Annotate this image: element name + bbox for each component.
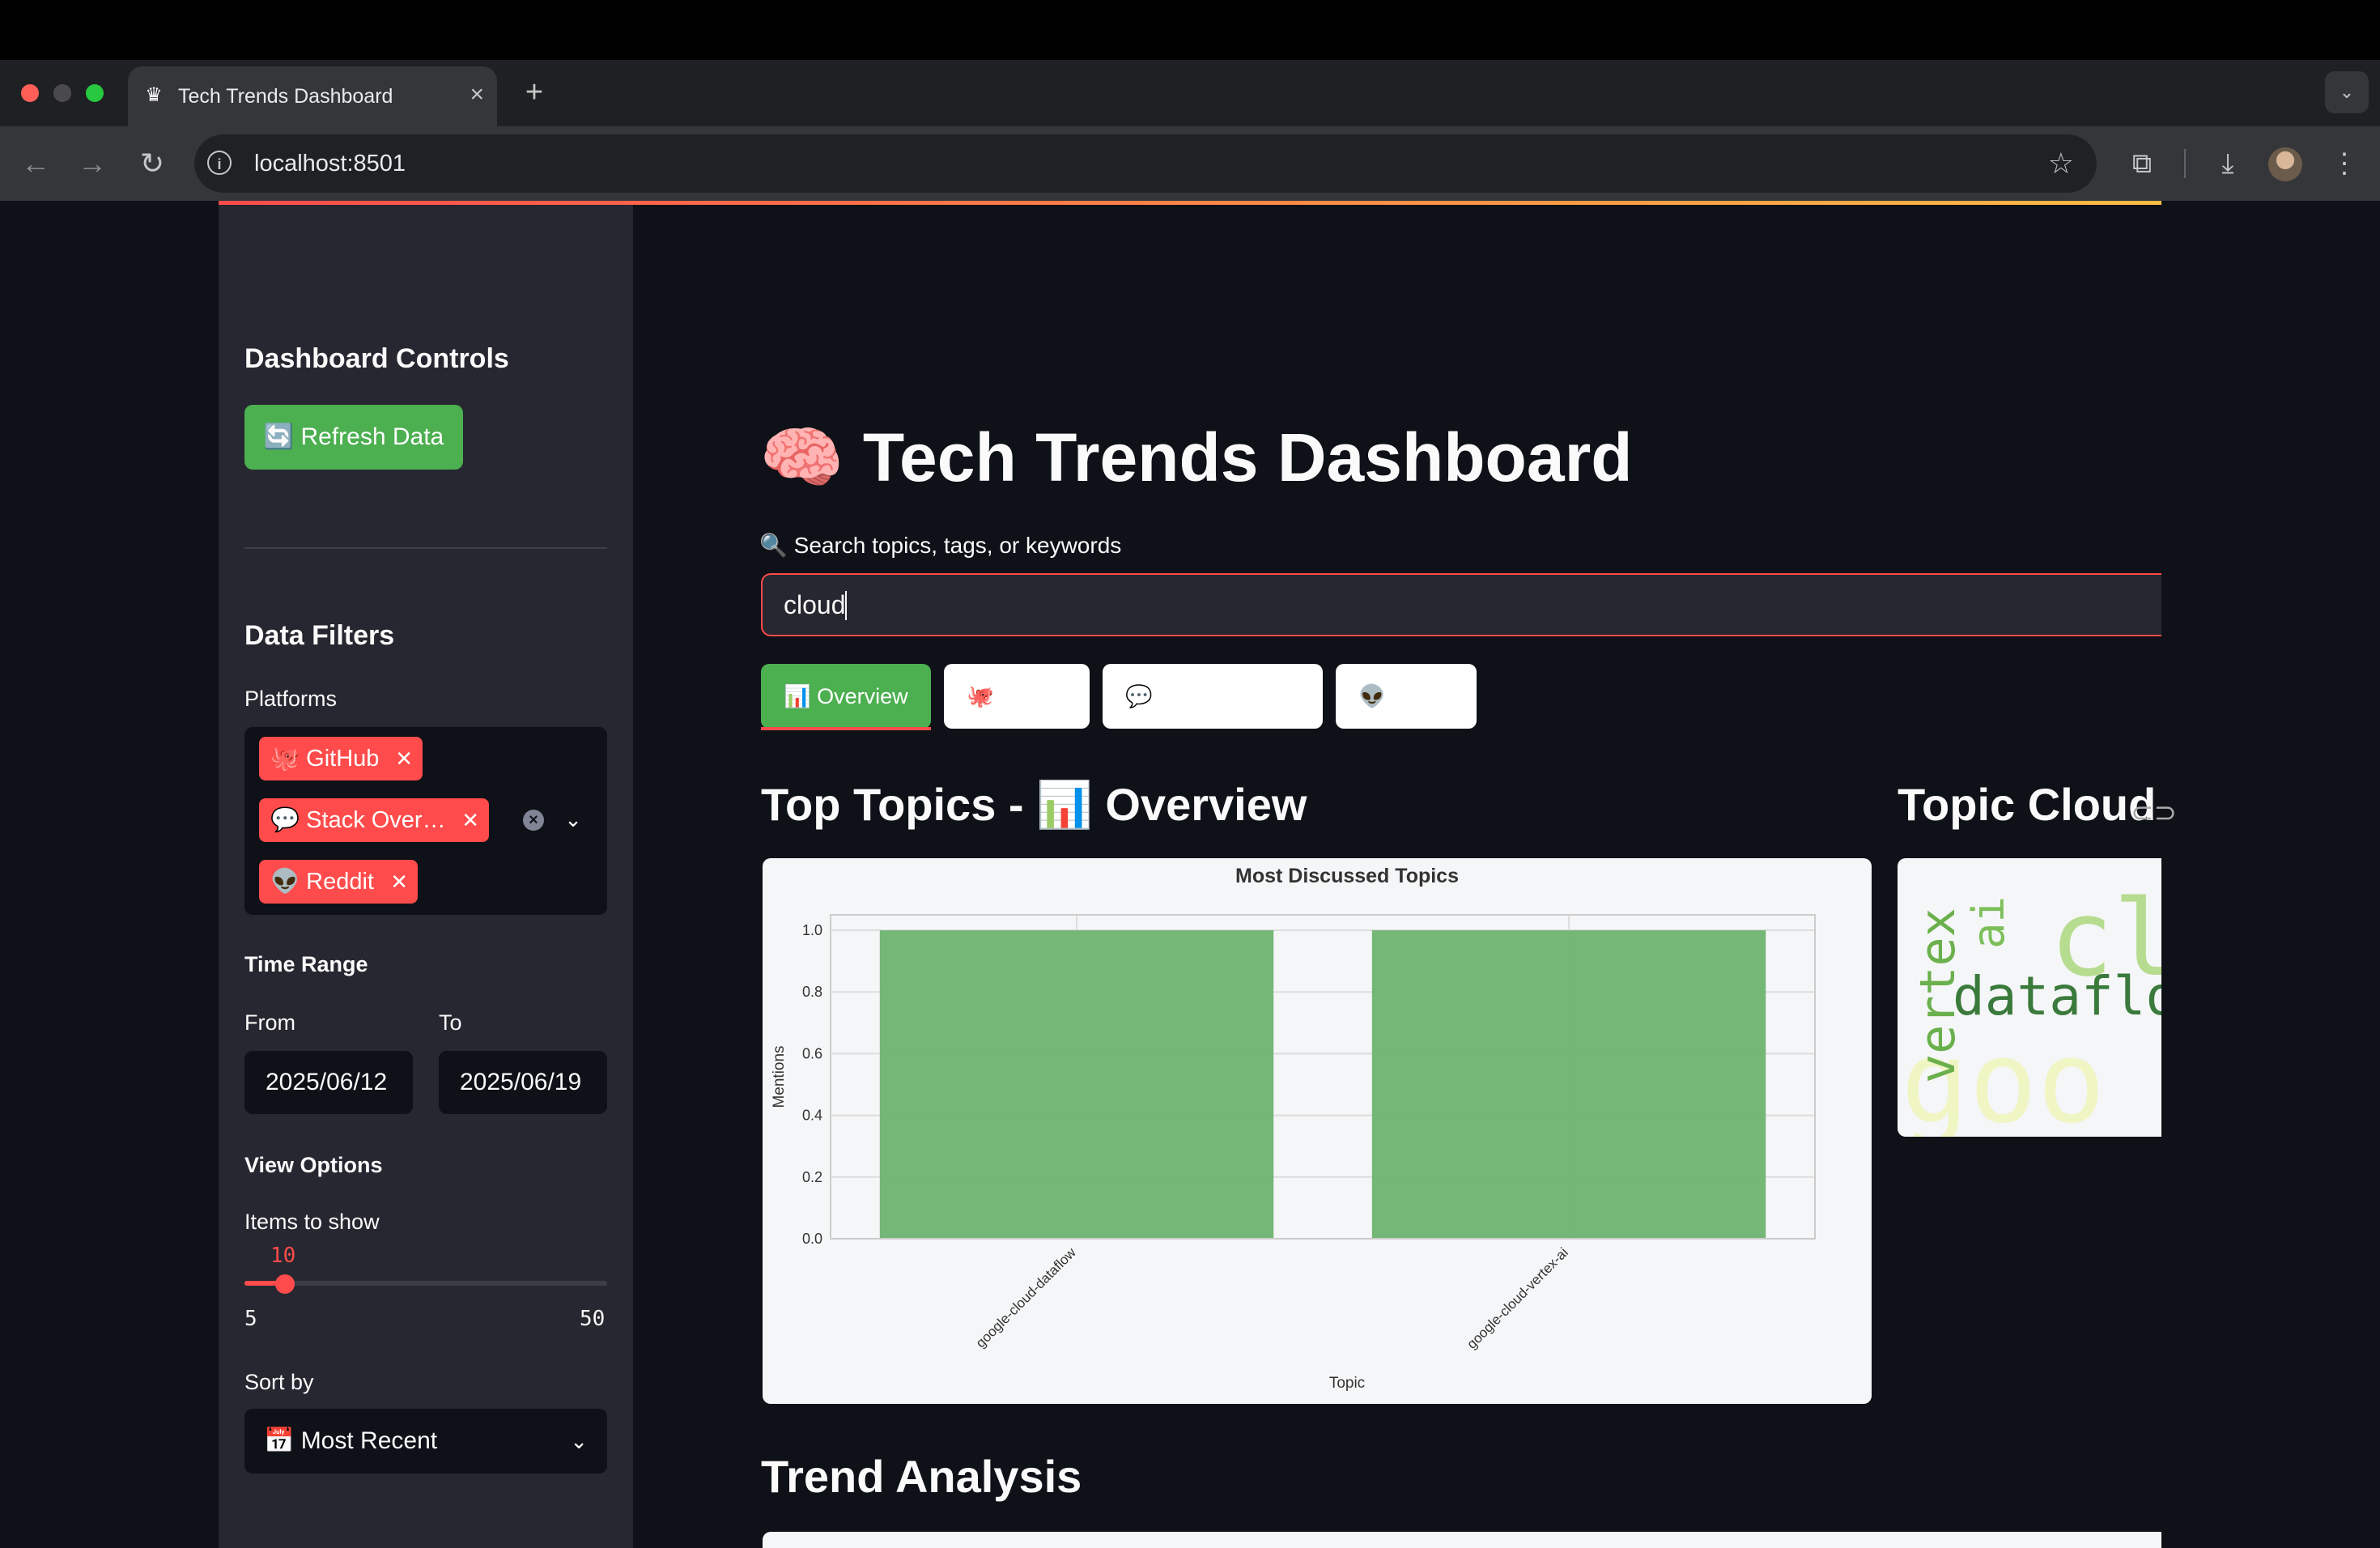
tab-stackoverflow[interactable]: 💬 <box>1103 664 1323 729</box>
chart-y-tick-label: 0.0 <box>802 1231 822 1247</box>
tab-reddit[interactable]: 👽 <box>1336 664 1477 729</box>
toolbar-separator <box>2184 149 2186 178</box>
refresh-data-button[interactable]: 🔄 Refresh Data <box>244 405 463 470</box>
trend-chart-panel <box>763 1532 2161 1548</box>
chart-x-tick-label: google-cloud-dataflow <box>973 1244 1080 1351</box>
window-close-button[interactable] <box>21 84 39 102</box>
chevron-down-icon: ⌄ <box>570 1429 588 1453</box>
word-cloud-word: ai <box>1963 895 2014 949</box>
trend-analysis-heading: Trend Analysis <box>761 1451 1082 1502</box>
download-icon[interactable]: ⤓ <box>2205 141 2250 186</box>
data-filters-heading: Data Filters <box>244 620 395 651</box>
chart-svg: Most Discussed Topics 0.0 0.2 0.4 0.6 0.8 1.0… <box>771 865 1816 1392</box>
chevron-down-icon[interactable]: ⌄ <box>559 805 588 834</box>
word-cloud-word: dataflo <box>1953 965 2161 1027</box>
chart-y-tick-label: 0.6 <box>802 1045 822 1061</box>
new-tab-icon[interactable]: + <box>518 73 550 112</box>
top-topics-heading: Top Topics - 📊 Overview <box>761 779 1307 830</box>
reload-icon[interactable]: ↻ <box>131 142 173 185</box>
profile-avatar[interactable] <box>2268 147 2302 181</box>
tab-search-chevron-icon[interactable]: ⌄ <box>2325 71 2369 113</box>
search-input[interactable]: cloud <box>761 573 2161 636</box>
dashboard-controls-heading: Dashboard Controls <box>244 343 509 374</box>
time-range-label: Time Range <box>244 952 368 976</box>
search-input-value: cloud <box>784 590 846 619</box>
items-slider-thumb[interactable] <box>275 1274 295 1294</box>
platform-chip-label: 👽 Reddit <box>270 869 374 895</box>
topic-cloud-heading: Topic Cloud <box>1898 779 2157 830</box>
chip-remove-icon[interactable]: ✕ <box>390 860 408 904</box>
word-cloud-word: vertex <box>1910 908 1966 1083</box>
topics-bar-chart: Most Discussed Topics 0.0 0.2 0.4 0.6 0.8 1.0… <box>763 858 1872 1404</box>
forward-arrow-icon[interactable]: → <box>71 142 113 185</box>
to-date-input[interactable]: 2025/06/19 <box>439 1051 607 1114</box>
site-info-icon[interactable]: i <box>207 151 232 175</box>
page-title: 🧠 Tech Trends Dashboard <box>759 419 1633 495</box>
platform-chip-reddit[interactable]: 👽 Reddit ✕ <box>259 860 418 904</box>
sort-by-label: Sort by <box>244 1370 314 1394</box>
items-slider-track[interactable] <box>244 1281 607 1286</box>
chip-remove-icon[interactable]: ✕ <box>461 798 479 842</box>
browser-menu-kebab-icon[interactable]: ⋮ <box>2322 141 2367 186</box>
sort-by-select[interactable]: 📅 Most Recent ⌄ <box>244 1409 607 1474</box>
chart-y-tick-label: 0.4 <box>802 1108 822 1124</box>
chart-title: Most Discussed Topics <box>1235 865 1459 887</box>
bookmark-star-icon[interactable]: ☆ <box>2048 146 2074 181</box>
from-date-input[interactable]: 2025/06/12 <box>244 1051 413 1114</box>
back-arrow-icon[interactable]: ← <box>15 142 57 185</box>
window-minimize-button[interactable] <box>53 84 71 102</box>
chart-bars <box>879 930 1766 1239</box>
platforms-label: Platforms <box>244 687 338 711</box>
tab-close-icon[interactable]: × <box>470 81 484 108</box>
text-caret <box>845 591 847 620</box>
chart-y-tick-label: 0.2 <box>802 1169 822 1185</box>
active-tab-underline <box>761 727 931 730</box>
sort-by-value: 📅 Most Recent <box>264 1427 438 1454</box>
tab-overview[interactable]: 📊 Overview <box>761 664 931 729</box>
search-label: 🔍 Search topics, tags, or keywords <box>759 533 1122 558</box>
chip-remove-icon[interactable]: ✕ <box>395 737 413 780</box>
chart-bar <box>1371 930 1766 1239</box>
screen-top-bar <box>0 0 2380 60</box>
chart-bar <box>879 930 1274 1239</box>
chart-x-axis-label: Topic <box>1329 1375 1365 1392</box>
platform-chip-label: 💬 Stack Over… <box>270 807 446 833</box>
browser-tab[interactable]: ♛ Tech Trends Dashboard × <box>128 66 497 126</box>
items-slider-value: 10 <box>270 1244 296 1268</box>
chart-x-ticks: google-cloud-dataflow google-cloud-vertex… <box>973 1244 1571 1352</box>
view-options-label: View Options <box>244 1153 383 1177</box>
items-slider-min: 5 <box>244 1307 257 1331</box>
chart-y-ticks: 0.0 0.2 0.4 0.6 0.8 1.0 <box>802 922 822 1247</box>
platform-chip-label: 🐙 GitHub <box>270 746 380 772</box>
items-slider-max: 50 <box>580 1307 606 1331</box>
sidebar-divider <box>244 547 607 549</box>
window-zoom-button[interactable] <box>86 84 104 102</box>
extensions-puzzle-icon[interactable]: ⧉ <box>2119 141 2165 186</box>
clear-all-icon[interactable]: × <box>523 810 544 831</box>
link-anchor-icon[interactable]: ⊂⊃ <box>2131 795 2177 831</box>
chart-x-tick-label: google-cloud-vertex-ai <box>1464 1244 1570 1351</box>
platform-chip-stackoverflow[interactable]: 💬 Stack Over… ✕ <box>259 798 489 842</box>
from-label: From <box>244 1010 295 1035</box>
chart-y-tick-label: 1.0 <box>802 922 822 938</box>
address-url[interactable]: localhost:8501 <box>254 149 406 178</box>
chart-y-tick-label: 0.8 <box>802 984 822 1000</box>
address-bar[interactable]: i localhost:8501 ☆ <box>194 134 2097 193</box>
browser-tab-title: Tech Trends Dashboard <box>178 85 393 108</box>
platform-chip-github[interactable]: 🐙 GitHub ✕ <box>259 737 423 780</box>
tab-github[interactable]: 🐙 <box>944 664 1090 729</box>
to-label: To <box>439 1010 462 1035</box>
items-to-show-label: Items to show <box>244 1210 380 1234</box>
streamlit-crown-icon: ♛ <box>145 84 163 106</box>
chart-y-axis-label: Mentions <box>771 1045 788 1108</box>
topic-word-cloud: goo cl dataflo vertex ai <box>1898 858 2161 1137</box>
